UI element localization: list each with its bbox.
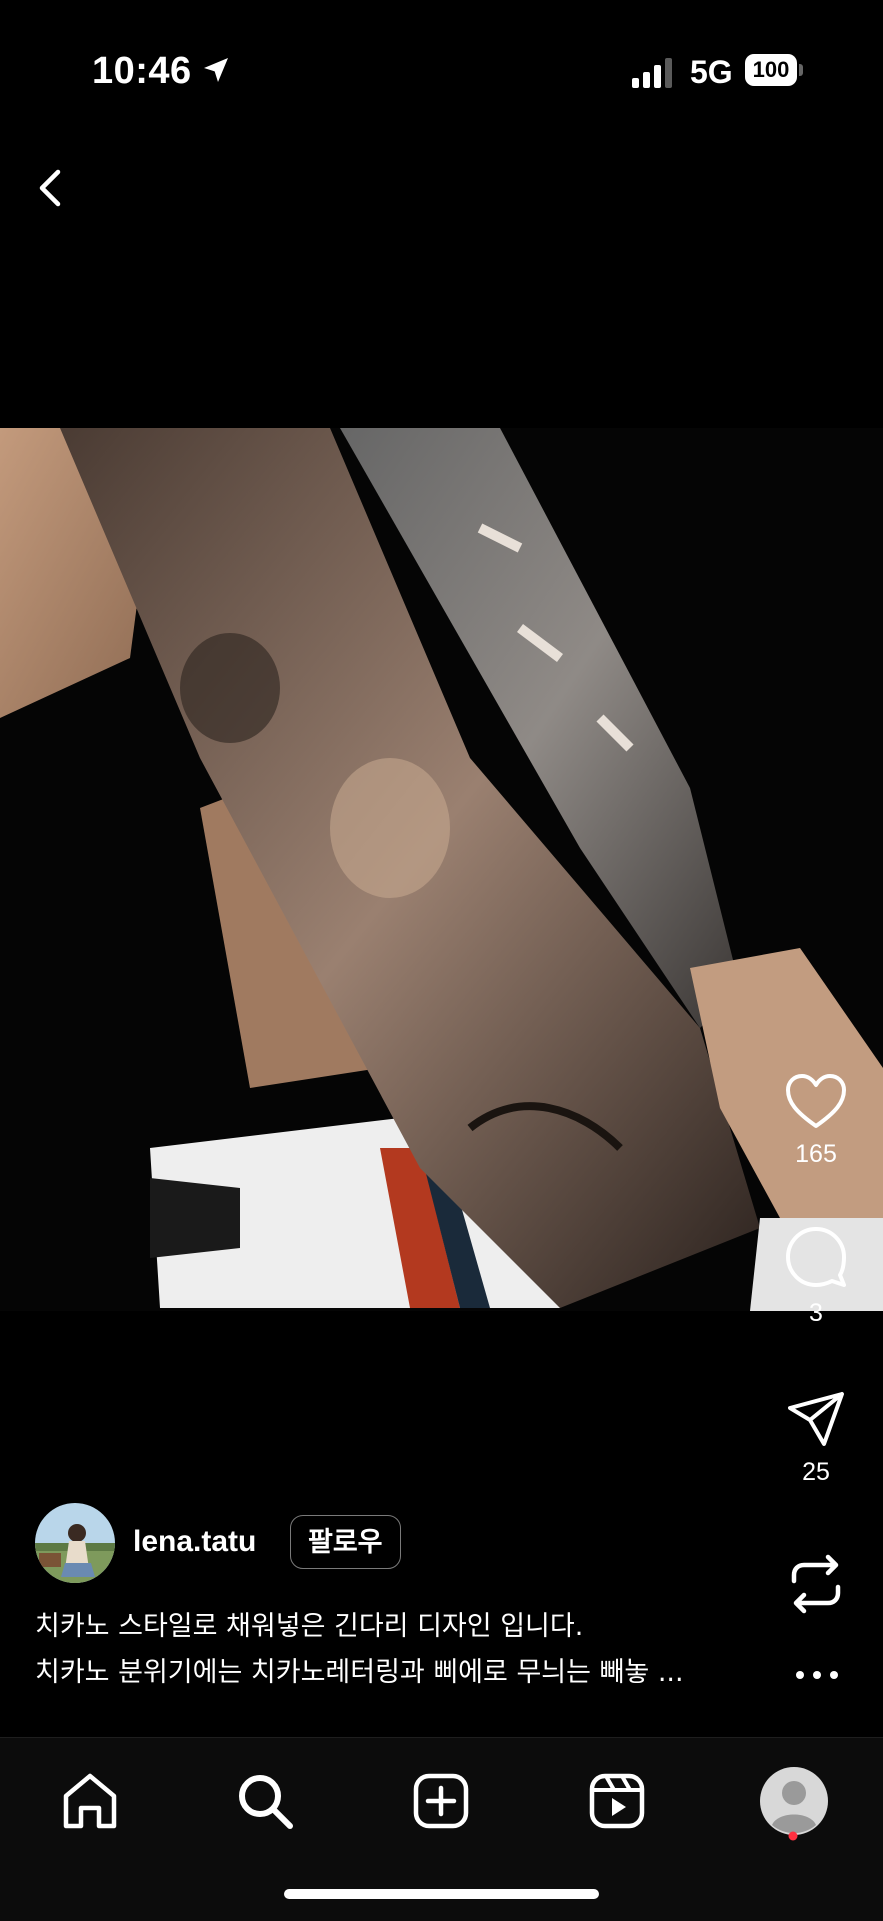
author-username[interactable]: lena.tatu <box>133 1525 256 1559</box>
reels-icon[interactable] <box>584 1768 650 1834</box>
battery-icon: 100 <box>745 54 803 86</box>
notification-dot <box>788 1831 798 1841</box>
battery-level: 100 <box>745 54 797 86</box>
share-count: 25 <box>802 1458 830 1486</box>
more-options-icon[interactable] <box>792 1660 842 1690</box>
like-action[interactable]: 165 <box>766 1072 866 1169</box>
back-button[interactable] <box>30 160 74 216</box>
author-avatar[interactable] <box>35 1503 115 1583</box>
battery-tip <box>799 64 803 76</box>
caption-line-2: 치카노 분위기에는 치카노레터링과 삐에로 무늬는 빼놓 ... <box>35 1657 684 1688</box>
send-icon[interactable] <box>786 1390 846 1448</box>
post-photo[interactable] <box>0 428 883 1311</box>
share-action[interactable]: 25 <box>766 1390 866 1487</box>
comment-action[interactable]: 3 <box>766 1225 866 1328</box>
heart-icon[interactable] <box>784 1072 848 1130</box>
comment-icon[interactable] <box>784 1225 848 1289</box>
status-bar: 10:46 5G 100 <box>0 0 883 140</box>
repost-icon[interactable] <box>788 1553 844 1615</box>
status-time: 10:46 <box>92 50 192 92</box>
profile-icon[interactable] <box>758 1765 830 1837</box>
home-indicator[interactable] <box>284 1889 599 1899</box>
avatar-photo <box>35 1503 115 1583</box>
comment-count: 3 <box>809 1299 823 1327</box>
post-caption[interactable]: 치카노 스타일로 채워넣은 긴다리 디자인 입니다. 치카노 분위기에는 치카노… <box>35 1604 755 1696</box>
cellular-signal-icon <box>632 58 672 88</box>
home-icon[interactable] <box>57 1768 123 1834</box>
caption-line-1: 치카노 스타일로 채워넣은 긴다리 디자인 입니다. <box>35 1611 584 1642</box>
follow-button[interactable]: 팔로우 <box>290 1515 401 1569</box>
author-row: lena.tatu 팔로우 <box>35 1503 635 1583</box>
like-count: 165 <box>795 1140 837 1168</box>
search-icon[interactable] <box>232 1768 298 1834</box>
tattoo-leg-photo <box>0 428 883 1311</box>
create-icon[interactable] <box>408 1768 474 1834</box>
location-arrow-icon <box>204 58 228 82</box>
network-type: 5G <box>690 54 733 90</box>
remix-action[interactable] <box>766 1553 866 1615</box>
